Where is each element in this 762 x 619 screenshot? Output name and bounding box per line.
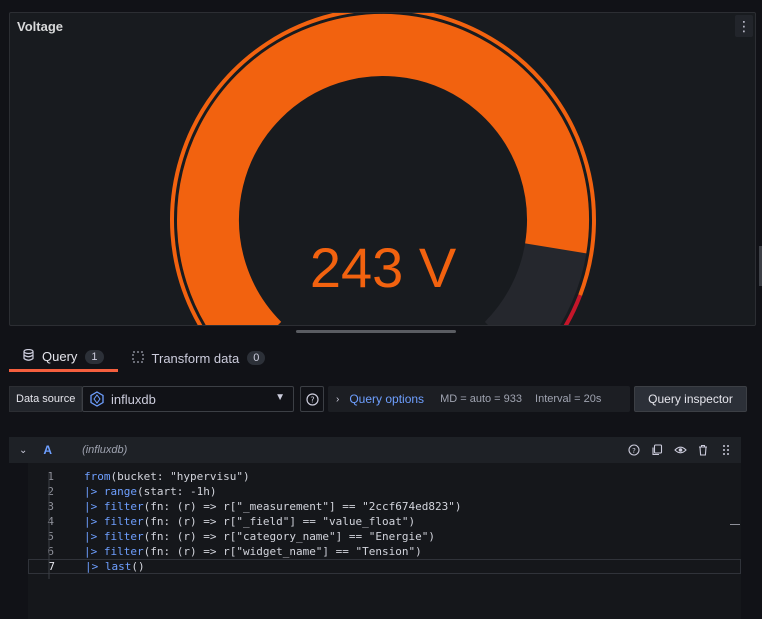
editor-scroll-marker [730,524,740,525]
help-button[interactable]: ? [300,386,324,412]
tab-transform-data[interactable]: Transform data 0 [118,344,280,372]
query-inspector-button[interactable]: Query inspector [634,386,747,412]
tab-query-label: Query [42,349,78,364]
tab-transform-count: 0 [247,351,266,365]
code-line[interactable]: 2 |> range(start: -1h) [28,484,741,499]
code-text: |> filter(fn: (r) => r["_field"] == "val… [84,515,416,528]
transform-icon [131,350,144,366]
tab-query-count: 1 [85,349,104,364]
code-line[interactable]: 6 |> filter(fn: (r) => r["widget_name"] =… [28,544,741,559]
panel-resize-handle[interactable] [296,330,456,333]
code-text: |> range(start: -1h) [84,485,217,498]
query-options-label: Query options [349,392,425,406]
indent-guide [48,474,50,579]
data-source-select[interactable]: influxdb ▼ [82,386,294,412]
tab-transform-label: Transform data [151,350,240,366]
trash-icon[interactable] [696,443,710,457]
drag-handle-icon[interactable] [719,443,733,457]
flux-code-editor[interactable]: 1 from(bucket: "hypervisu") 2 |> range(star… [28,463,741,619]
chevron-down-icon: ▼ [275,392,285,403]
query-datasource-name: (influxdb) [82,444,128,456]
eye-icon[interactable] [673,443,687,457]
data-source-label: Data source [9,386,83,412]
code-text: |> filter(fn: (r) => r["category_name"] … [84,530,436,543]
tab-query[interactable]: Query 1 [9,344,118,372]
help-icon[interactable]: ? [627,443,641,457]
chevron-right-icon: › [336,393,340,405]
duplicate-icon[interactable] [650,443,664,457]
database-icon [23,348,34,364]
svg-text:?: ? [632,447,636,455]
code-text: from(bucket: "hypervisu") [84,470,250,483]
influxdb-icon [89,391,105,407]
code-text: |> last() [85,560,145,573]
collapse-chevron-icon[interactable]: ⌄ [19,445,27,456]
code-line[interactable]: 5 |> filter(fn: (r) => r["category_name"]… [28,529,741,544]
query-options-interval: Interval = 20s [535,393,602,405]
query-row-actions: ? [627,443,733,457]
code-line[interactable]: 1 from(bucket: "hypervisu") [28,469,741,484]
query-options-md: MD = auto = 933 [440,393,523,405]
data-source-value: influxdb [111,391,156,407]
editor-tabs: Query 1 Transform data 0 [9,344,279,372]
question-circle-icon: ? [305,392,319,406]
svg-text:?: ? [310,395,314,404]
gauge: 243 V [170,13,596,325]
code-line[interactable]: 3 |> filter(fn: (r) => r["_measurement"] … [28,499,741,514]
query-row-header: ⌄ A (influxdb) ? [9,437,741,463]
query-ref-id[interactable]: A [43,443,52,457]
gauge-value-text: 243 V [310,236,457,299]
query-toolbar: Data source influxdb ▼ ? › Query options… [9,386,747,412]
code-line[interactable]: 4 |> filter(fn: (r) => r["_field"] == "va… [28,514,741,529]
query-options-toggle[interactable]: › Query options MD = auto = 933 Interval… [328,386,630,412]
code-line[interactable]: 7 |> last() [28,559,741,574]
voltage-panel: Voltage ⋮ 243 V [9,12,756,326]
code-text: |> filter(fn: (r) => r["_measurement"] =… [84,500,462,513]
code-text: |> filter(fn: (r) => r["widget_name"] ==… [84,545,422,558]
